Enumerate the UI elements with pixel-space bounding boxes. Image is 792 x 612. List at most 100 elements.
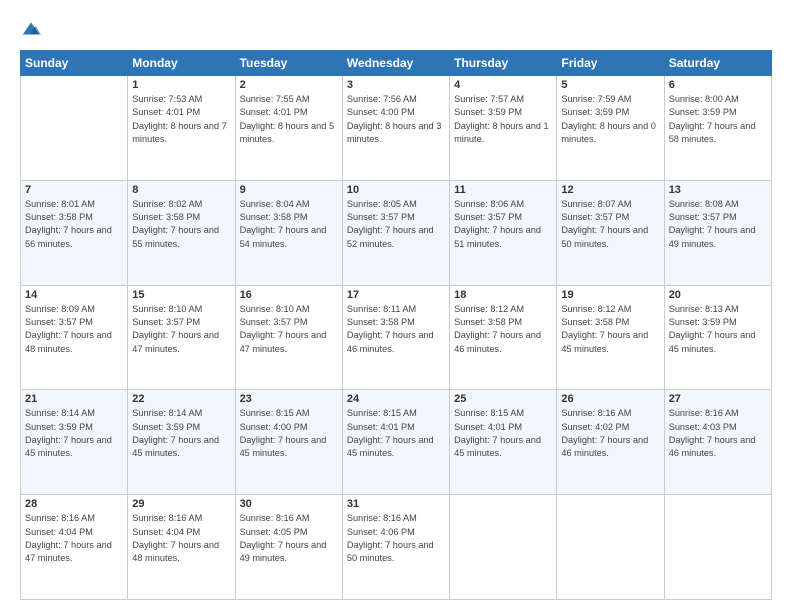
calendar-cell [450,495,557,600]
day-info: Sunrise: 8:06 AM Sunset: 3:57 PM Dayligh… [454,198,552,251]
calendar-week-row: 28 Sunrise: 8:16 AM Sunset: 4:04 PM Dayli… [21,495,772,600]
day-of-week-header: Sunday [21,51,128,76]
day-number: 29 [132,498,230,510]
calendar-cell: 2 Sunrise: 7:55 AM Sunset: 4:01 PM Daylig… [235,76,342,181]
day-number: 30 [240,498,338,510]
day-info: Sunrise: 8:16 AM Sunset: 4:02 PM Dayligh… [561,407,659,460]
calendar-header-row: SundayMondayTuesdayWednesdayThursdayFrid… [21,51,772,76]
calendar-cell: 20 Sunrise: 8:13 AM Sunset: 3:59 PM Dayli… [664,285,771,390]
day-info: Sunrise: 8:16 AM Sunset: 4:04 PM Dayligh… [25,512,123,565]
calendar-cell: 5Sunrise: 7:59 AM Sunset: 3:59 PM Daylig… [557,76,664,181]
calendar-cell: 15Sunrise: 8:10 AM Sunset: 3:57 PM Dayli… [128,285,235,390]
day-number: 9 [240,184,338,196]
day-info: Sunrise: 8:08 AM Sunset: 3:57 PM Dayligh… [669,198,767,251]
day-number: 28 [25,498,123,510]
calendar-cell: 4Sunrise: 7:57 AM Sunset: 3:59 PM Daylig… [450,76,557,181]
calendar-cell [664,495,771,600]
day-of-week-header: Friday [557,51,664,76]
day-number: 27 [669,393,767,405]
calendar-cell: 27Sunrise: 8:16 AM Sunset: 4:03 PM Dayli… [664,390,771,495]
day-number: 17 [347,289,445,301]
calendar-cell: 6 Sunrise: 8:00 AM Sunset: 3:59 PM Daylig… [664,76,771,181]
calendar-cell: 31 Sunrise: 8:16 AM Sunset: 4:06 PM Dayli… [342,495,449,600]
day-number: 18 [454,289,552,301]
calendar-week-row: 7 Sunrise: 8:01 AM Sunset: 3:58 PM Daylig… [21,180,772,285]
day-number: 23 [240,393,338,405]
header [20,18,772,40]
day-info: Sunrise: 8:16 AM Sunset: 4:04 PM Dayligh… [132,512,230,565]
day-number: 8 [132,184,230,196]
day-info: Sunrise: 8:15 AM Sunset: 4:00 PM Dayligh… [240,407,338,460]
day-of-week-header: Wednesday [342,51,449,76]
day-of-week-header: Thursday [450,51,557,76]
calendar-cell: 13 Sunrise: 8:08 AM Sunset: 3:57 PM Dayli… [664,180,771,285]
day-info: Sunrise: 8:01 AM Sunset: 3:58 PM Dayligh… [25,198,123,251]
calendar-cell: 9 Sunrise: 8:04 AM Sunset: 3:58 PM Daylig… [235,180,342,285]
calendar-cell: 1 Sunrise: 7:53 AM Sunset: 4:01 PM Daylig… [128,76,235,181]
page: SundayMondayTuesdayWednesdayThursdayFrid… [0,0,792,612]
calendar-cell: 26 Sunrise: 8:16 AM Sunset: 4:02 PM Dayli… [557,390,664,495]
day-info: Sunrise: 8:09 AM Sunset: 3:57 PM Dayligh… [25,303,123,356]
calendar-cell: 11 Sunrise: 8:06 AM Sunset: 3:57 PM Dayli… [450,180,557,285]
calendar-cell: 22 Sunrise: 8:14 AM Sunset: 3:59 PM Dayli… [128,390,235,495]
calendar-cell: 7 Sunrise: 8:01 AM Sunset: 3:58 PM Daylig… [21,180,128,285]
day-info: Sunrise: 8:15 AM Sunset: 4:01 PM Dayligh… [454,407,552,460]
day-number: 10 [347,184,445,196]
calendar-week-row: 21 Sunrise: 8:14 AM Sunset: 3:59 PM Dayli… [21,390,772,495]
day-number: 13 [669,184,767,196]
day-number: 24 [347,393,445,405]
day-info: Sunrise: 8:10 AM Sunset: 3:57 PM Dayligh… [240,303,338,356]
day-number: 3 [347,79,445,91]
day-info: Sunrise: 7:57 AM Sunset: 3:59 PM Dayligh… [454,93,552,146]
day-info: Sunrise: 8:07 AM Sunset: 3:57 PM Dayligh… [561,198,659,251]
day-info: Sunrise: 8:04 AM Sunset: 3:58 PM Dayligh… [240,198,338,251]
day-info: Sunrise: 8:12 AM Sunset: 3:58 PM Dayligh… [561,303,659,356]
day-number: 11 [454,184,552,196]
calendar-cell: 12Sunrise: 8:07 AM Sunset: 3:57 PM Dayli… [557,180,664,285]
calendar-cell: 19 Sunrise: 8:12 AM Sunset: 3:58 PM Dayli… [557,285,664,390]
calendar-cell: 24 Sunrise: 8:15 AM Sunset: 4:01 PM Dayli… [342,390,449,495]
day-info: Sunrise: 8:14 AM Sunset: 3:59 PM Dayligh… [25,407,123,460]
calendar-cell: 17Sunrise: 8:11 AM Sunset: 3:58 PM Dayli… [342,285,449,390]
day-of-week-header: Saturday [664,51,771,76]
day-number: 20 [669,289,767,301]
day-number: 14 [25,289,123,301]
calendar-cell: 14 Sunrise: 8:09 AM Sunset: 3:57 PM Dayli… [21,285,128,390]
day-info: Sunrise: 7:55 AM Sunset: 4:01 PM Dayligh… [240,93,338,146]
day-info: Sunrise: 8:12 AM Sunset: 3:58 PM Dayligh… [454,303,552,356]
day-number: 31 [347,498,445,510]
day-number: 2 [240,79,338,91]
day-number: 7 [25,184,123,196]
calendar-cell: 8 Sunrise: 8:02 AM Sunset: 3:58 PM Daylig… [128,180,235,285]
day-number: 26 [561,393,659,405]
day-number: 21 [25,393,123,405]
calendar-table: SundayMondayTuesdayWednesdayThursdayFrid… [20,50,772,600]
day-number: 22 [132,393,230,405]
calendar-cell: 3Sunrise: 7:56 AM Sunset: 4:00 PM Daylig… [342,76,449,181]
calendar-week-row: 1 Sunrise: 7:53 AM Sunset: 4:01 PM Daylig… [21,76,772,181]
calendar-cell: 30Sunrise: 8:16 AM Sunset: 4:05 PM Dayli… [235,495,342,600]
day-info: Sunrise: 8:05 AM Sunset: 3:57 PM Dayligh… [347,198,445,251]
calendar-cell [21,76,128,181]
logo [20,18,46,40]
calendar-cell: 21 Sunrise: 8:14 AM Sunset: 3:59 PM Dayli… [21,390,128,495]
day-number: 5 [561,79,659,91]
day-info: Sunrise: 7:53 AM Sunset: 4:01 PM Dayligh… [132,93,230,146]
day-of-week-header: Tuesday [235,51,342,76]
day-number: 6 [669,79,767,91]
day-number: 16 [240,289,338,301]
day-info: Sunrise: 8:02 AM Sunset: 3:58 PM Dayligh… [132,198,230,251]
day-info: Sunrise: 8:16 AM Sunset: 4:06 PM Dayligh… [347,512,445,565]
day-number: 19 [561,289,659,301]
calendar-cell: 10 Sunrise: 8:05 AM Sunset: 3:57 PM Dayli… [342,180,449,285]
day-number: 1 [132,79,230,91]
day-info: Sunrise: 8:14 AM Sunset: 3:59 PM Dayligh… [132,407,230,460]
calendar-cell: 23 Sunrise: 8:15 AM Sunset: 4:00 PM Dayli… [235,390,342,495]
day-info: Sunrise: 8:13 AM Sunset: 3:59 PM Dayligh… [669,303,767,356]
calendar-cell [557,495,664,600]
day-number: 25 [454,393,552,405]
day-number: 15 [132,289,230,301]
calendar-cell: 25 Sunrise: 8:15 AM Sunset: 4:01 PM Dayli… [450,390,557,495]
day-info: Sunrise: 8:15 AM Sunset: 4:01 PM Dayligh… [347,407,445,460]
day-info: Sunrise: 8:00 AM Sunset: 3:59 PM Dayligh… [669,93,767,146]
